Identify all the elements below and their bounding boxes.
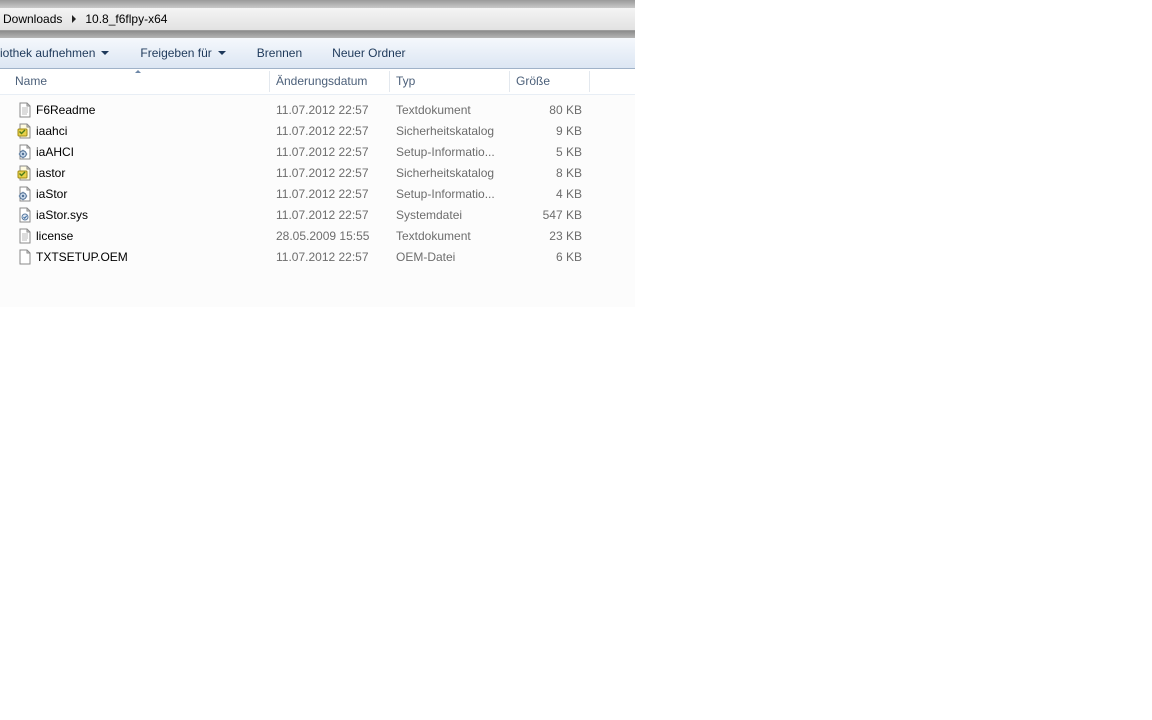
file-date: 28.05.2009 15:55 [276,229,370,243]
file-type: Setup-Informatio... [396,145,495,159]
system-file-icon [19,207,31,223]
security-catalog-icon [17,123,31,139]
file-name: iaahci [36,124,68,138]
burn-label: Brennen [256,46,303,60]
file-name: iaStor [36,187,68,201]
column-header-type[interactable]: Typ [396,69,506,94]
file-row[interactable]: iaStor 11.07.2012 22:57 Setup-Informatio… [0,184,635,205]
address-bar[interactable]: Downloads 10.8_f6flpy-x64 [0,8,635,31]
command-toolbar: iothek aufnehmen Freigeben für Brennen N… [0,38,635,69]
text-file-icon [19,228,31,244]
column-divider[interactable] [589,71,590,92]
file-date: 11.07.2012 22:57 [276,124,369,138]
file-date: 11.07.2012 22:57 [276,166,369,180]
chevron-down-icon [217,51,226,55]
file-size: 8 KB [555,166,582,180]
column-divider[interactable] [269,71,270,92]
share-with-button[interactable]: Freigeben für [140,38,226,68]
address-separator [0,31,635,38]
add-to-library-button[interactable]: iothek aufnehmen [0,38,110,68]
add-to-library-label: iothek aufnehmen [0,46,96,60]
file-row[interactable]: TXTSETUP.OEM 11.07.2012 22:57 OEM-Datei … [0,247,635,268]
file-type: Textdokument [396,229,471,243]
file-row[interactable]: iaStor.sys 11.07.2012 22:57 Systemdatei … [0,205,635,226]
file-size: 6 KB [555,250,582,264]
file-date: 11.07.2012 22:57 [276,250,369,264]
setup-info-icon [18,144,31,160]
file-type: Sicherheitskatalog [396,124,495,138]
file-list: F6Readme 11.07.2012 22:57 Textdokument 8… [0,100,635,268]
new-folder-button[interactable]: Neuer Ordner [332,38,405,68]
file-row[interactable]: license 28.05.2009 15:55 Textdokument 23… [0,226,635,247]
file-row[interactable]: F6Readme 11.07.2012 22:57 Textdokument 8… [0,100,635,121]
file-size: 80 KB [549,103,582,117]
file-row[interactable]: iaahci 11.07.2012 22:57 Sicherheitskatal… [0,121,635,142]
file-type: Systemdatei [396,208,463,222]
setup-info-icon [18,186,31,202]
file-type: Setup-Informatio... [396,187,495,201]
file-date: 11.07.2012 22:57 [276,103,369,117]
security-catalog-icon [17,165,31,181]
breadcrumb-arrow-icon[interactable] [72,15,77,23]
breadcrumb-downloads[interactable]: Downloads [0,8,65,30]
file-name: iaStor.sys [36,208,89,222]
file-size: 547 KB [542,208,582,222]
blank-file-icon [19,249,31,265]
column-header-date[interactable]: Änderungsdatum [276,69,386,94]
file-name: TXTSETUP.OEM [36,250,128,264]
new-folder-label: Neuer Ordner [332,46,406,60]
column-header-row: Name Änderungsdatum Typ Größe [0,69,635,95]
chevron-down-icon [101,51,110,55]
file-name: license [36,229,74,243]
file-name: iaAHCI [36,145,75,159]
file-type: OEM-Datei [396,250,456,264]
file-date: 11.07.2012 22:57 [276,208,369,222]
file-name: F6Readme [36,103,96,117]
file-size: 23 KB [549,229,582,243]
column-header-size[interactable]: Größe [516,69,586,94]
file-date: 11.07.2012 22:57 [276,187,369,201]
file-size: 9 KB [555,124,582,138]
file-size: 5 KB [555,145,582,159]
breadcrumb-current-folder[interactable]: 10.8_f6flpy-x64 [82,8,170,30]
column-divider[interactable] [509,71,510,92]
file-row[interactable]: iaAHCI 11.07.2012 22:57 Setup-Informatio… [0,142,635,163]
column-divider[interactable] [389,71,390,92]
share-with-label: Freigeben für [140,46,212,60]
file-size: 4 KB [555,187,582,201]
burn-button[interactable]: Brennen [257,38,302,68]
title-strip [0,0,635,8]
file-type: Textdokument [396,103,471,117]
file-row[interactable]: iastor 11.07.2012 22:57 Sicherheitskatal… [0,163,635,184]
file-date: 11.07.2012 22:57 [276,145,369,159]
text-file-icon [19,102,31,118]
explorer-window: Downloads 10.8_f6flpy-x64 iothek aufnehm… [0,0,635,307]
file-name: iastor [36,166,66,180]
file-type: Sicherheitskatalog [396,166,495,180]
column-header-name[interactable]: Name [15,69,265,94]
